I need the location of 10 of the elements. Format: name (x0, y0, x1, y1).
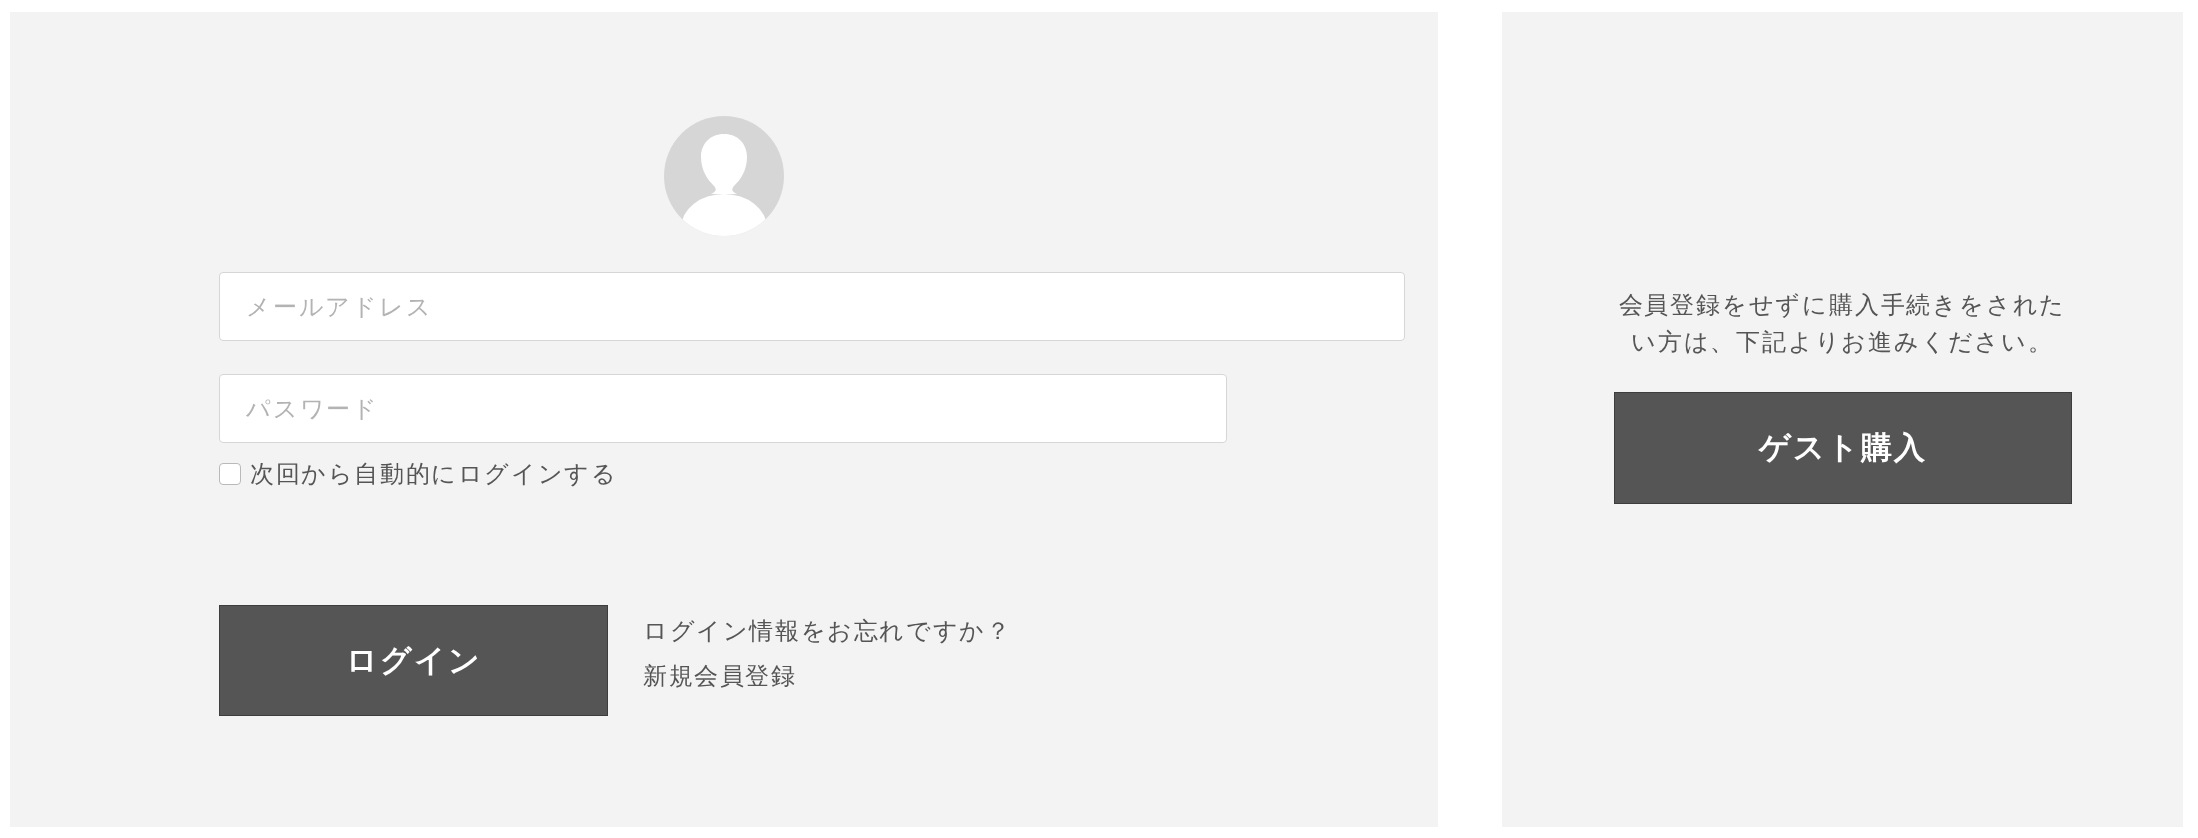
email-field[interactable]: メールアドレス (219, 272, 1405, 341)
register-link[interactable]: 新規会員登録 (643, 661, 1012, 691)
login-button[interactable]: ログイン (219, 605, 608, 716)
remember-me-label[interactable]: 次回から自動的にログインする (250, 459, 618, 489)
forgot-login-link[interactable]: ログイン情報をお忘れですか？ (643, 616, 1012, 646)
user-avatar-icon (664, 116, 784, 236)
guest-message: 会員登録をせずに購入手続きをされたい方は、下記よりお進みください。 (1617, 290, 2068, 358)
password-field[interactable]: パスワード (219, 374, 1227, 443)
guest-purchase-button[interactable]: ゲスト購入 (1613, 392, 2072, 504)
checkbox[interactable] (219, 463, 241, 485)
